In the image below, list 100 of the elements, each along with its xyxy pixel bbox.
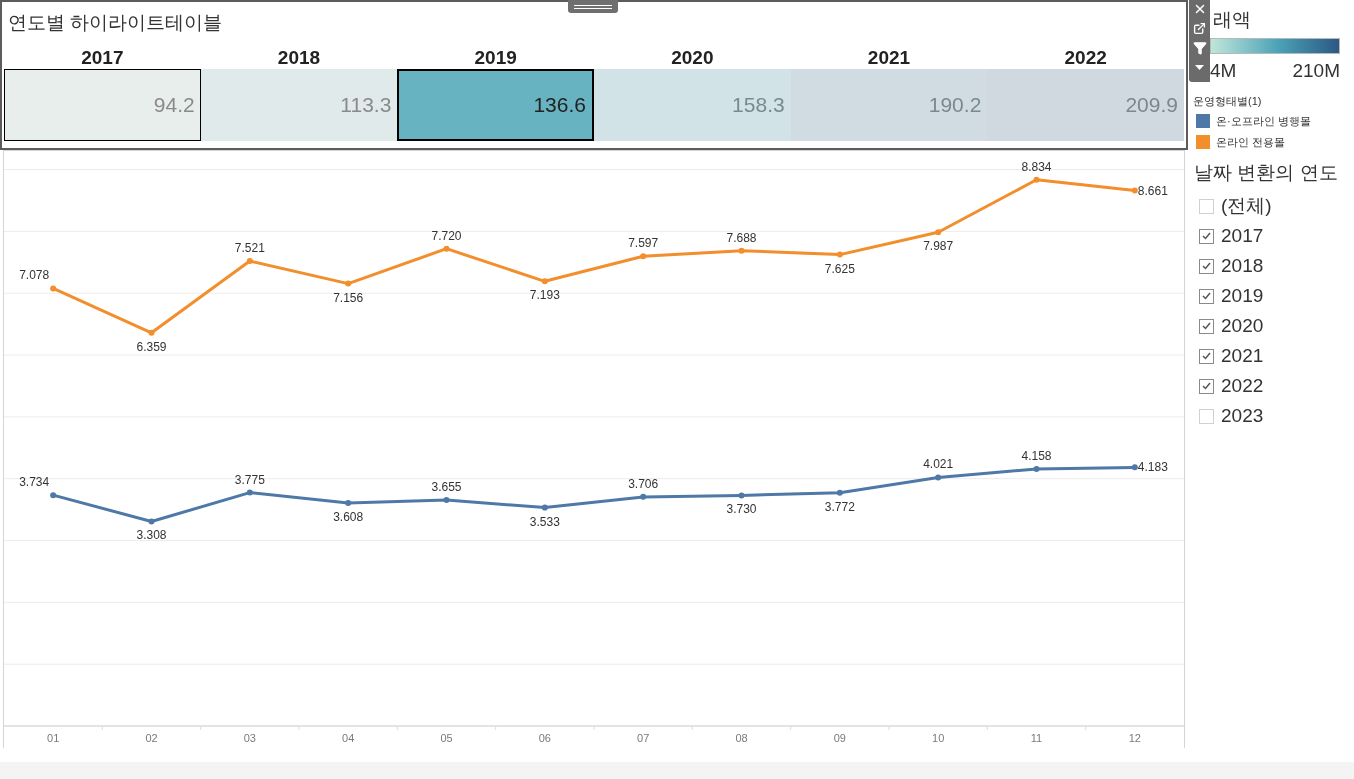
data-label: 7.688 [726,230,757,245]
data-point [640,253,647,260]
data-label: 8.661 [1137,183,1168,198]
axis-label: 06 [538,732,551,744]
data-point [345,280,352,287]
data-label: 7.521 [234,241,265,255]
filter-option-label[interactable]: 2021 [1221,344,1264,368]
filter-option-label[interactable]: 2017 [1221,224,1264,248]
column-header: 2019 [474,48,517,68]
checkbox[interactable] [1199,378,1214,394]
heatmap-cell[interactable]: 136.6 [397,69,594,141]
check-icon [1202,322,1211,330]
data-point [246,489,253,496]
data-point [443,245,450,252]
caret-icon[interactable] [1195,65,1204,70]
data-label: 6.359 [136,339,167,354]
filter-option-label[interactable]: 2022 [1221,374,1264,398]
data-point [836,489,843,496]
axis-label: 11 [1030,732,1043,744]
filter-title: 날짜 변환의 연도 [1194,161,1338,185]
data-label: 7.987 [923,239,954,254]
axis-label: 10 [932,732,945,744]
data-point [443,497,450,503]
data-label: 7.597 [628,236,659,251]
data-point [935,474,942,481]
legend-label[interactable]: 온·오프라인 병행몰 [1216,113,1311,128]
legend-min-label: 4M [1210,60,1237,82]
axis-label: 04 [342,732,355,744]
legend-label[interactable]: 온라인 전용몰 [1216,134,1286,149]
data-label: 4.183 [1137,460,1168,475]
panel-title: 연도별 하이라이트테이블 [8,11,223,35]
data-label: 7.078 [19,268,50,283]
data-label: 7.625 [824,261,855,276]
data-point [541,504,548,511]
column-header: 2020 [671,48,714,68]
column-header: 2021 [867,48,911,68]
checkbox[interactable] [1199,348,1214,364]
data-label: 8.834 [1021,159,1052,174]
filter-option-label[interactable]: 2023 [1221,404,1264,428]
legend-max-label: 210M [1292,60,1340,82]
data-point [50,492,57,499]
data-point [1033,465,1040,472]
column-header: 2018 [277,48,321,68]
checkbox[interactable] [1199,408,1214,424]
data-point [836,251,843,258]
legend-title: 래액 [1213,8,1251,32]
data-point [148,518,155,525]
data-point [640,493,647,500]
axis-label: 01 [47,732,60,744]
data-point [1131,464,1138,471]
axis-label: 08 [735,732,748,744]
data-point [1033,176,1040,183]
checkbox[interactable] [1199,318,1214,334]
drag-handle-icon[interactable] [568,0,618,13]
data-label: 3.706 [628,476,659,491]
data-point [738,247,745,254]
data-label: 3.308 [136,528,167,543]
data-label: 7.720 [431,228,462,243]
axis-label: 03 [243,732,256,744]
check-icon [1202,262,1211,270]
data-point [148,329,155,336]
column-header: 2022 [1064,48,1107,68]
data-label: 3.734 [19,475,50,490]
data-label: 3.772 [824,499,855,514]
legend-swatch-icon[interactable] [1196,134,1210,149]
filter-option-label[interactable]: 2019 [1221,284,1264,308]
filter-option-label[interactable]: 2018 [1221,254,1264,278]
filter-icon[interactable] [1192,41,1207,55]
external-link-icon[interactable] [1193,22,1206,35]
check-icon [1202,292,1211,300]
data-point [541,278,548,285]
data-label: 4.158 [1021,448,1052,463]
check-icon [1202,232,1211,240]
data-point [345,499,352,506]
legend-title: 운영형태별(1) [1193,94,1262,108]
axis-label: 05 [440,732,453,744]
checkbox[interactable] [1199,198,1214,214]
data-label: 3.608 [333,509,364,524]
checkbox[interactable] [1199,288,1214,304]
checkbox[interactable] [1199,258,1214,274]
column-header: 2017 [81,48,124,68]
filter-option-label[interactable]: 2020 [1221,314,1264,338]
data-point [935,229,942,236]
axis-label: 12 [1128,732,1141,744]
filter-option-label[interactable]: (전체) [1221,194,1272,218]
axis-label: 09 [833,732,846,744]
data-label: 7.193 [529,288,560,303]
axis-label: 07 [637,732,650,744]
data-label: 7.156 [333,290,364,305]
checkbox[interactable] [1199,228,1214,244]
legend-swatch-icon[interactable] [1196,113,1210,128]
data-label: 4.021 [923,457,954,472]
check-icon [1202,352,1211,360]
data-point [738,492,745,499]
data-point [246,258,253,264]
axis-label: 02 [145,732,158,744]
data-label: 3.730 [726,502,757,517]
data-label: 3.655 [431,480,462,494]
check-icon [1202,382,1211,390]
data-point [50,285,57,292]
